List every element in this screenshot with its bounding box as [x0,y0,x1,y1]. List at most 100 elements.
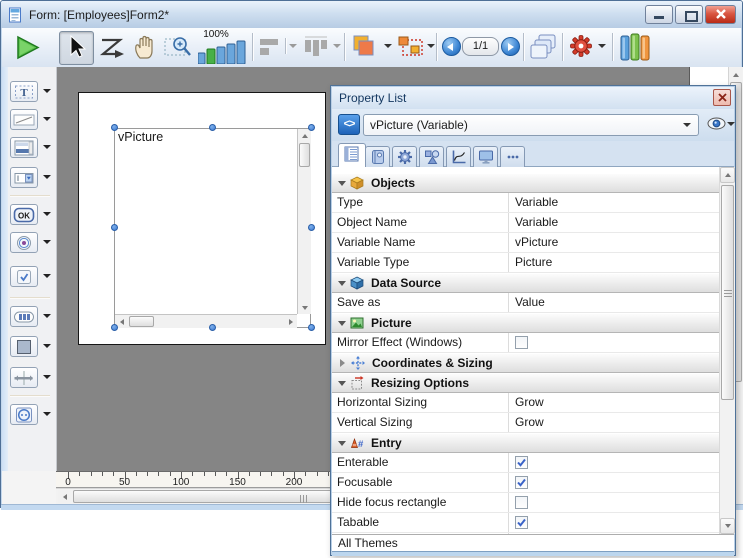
explorer-button[interactable] [620,33,650,61]
section-header-entry[interactable]: #Entry [332,433,720,453]
align-menu-caret[interactable] [289,44,297,48]
listbox-tool-menu-caret[interactable] [43,145,51,149]
checkbox-unchecked[interactable] [515,336,528,349]
selection-handle[interactable] [308,124,315,131]
checkbox-tool[interactable] [10,266,38,287]
entry-order-tool-button[interactable] [99,36,125,59]
move-tool-button[interactable] [132,34,158,60]
button-tool[interactable]: OK [10,204,38,225]
combobox-tool-menu-caret[interactable] [43,175,51,179]
property-value[interactable]: Value [509,293,720,312]
radio-button-tool-menu-caret[interactable] [43,240,51,244]
scroll-thumb[interactable] [721,185,734,400]
selection-handle[interactable] [111,124,118,131]
property-value[interactable] [509,493,720,512]
section-header-resizing-options[interactable]: Resizing Options [332,373,720,393]
view-options-caret[interactable] [727,122,735,126]
selection-handle[interactable] [111,324,118,331]
selection-handle[interactable] [308,224,315,231]
tab-property-list[interactable] [338,143,366,167]
property-value[interactable]: Variable [509,193,720,212]
horizontal-scroll-thumb[interactable] [129,316,154,327]
line-tool[interactable] [10,109,38,130]
object-vertical-scrollbar[interactable] [297,129,311,314]
selection-handle[interactable] [308,324,315,331]
tab-options[interactable] [392,146,417,167]
zoom-scale-widget[interactable]: 100% [198,30,246,64]
button-grid-tool-menu-caret[interactable] [43,314,51,318]
collapse-triangle-icon[interactable] [338,281,346,286]
radio-button-tool[interactable] [10,232,38,253]
tab-data[interactable] [365,146,390,167]
tab-display[interactable] [473,146,498,167]
property-value[interactable]: vPicture [509,233,720,252]
splitter-tool-menu-caret[interactable] [43,375,51,379]
themes-filter-bar[interactable]: All Themes [332,534,734,551]
property-value[interactable] [509,513,720,532]
button-tool-menu-caret[interactable] [43,212,51,216]
property-value[interactable]: Variable [509,213,720,232]
property-list-close-button[interactable] [713,89,731,106]
section-header-coordinates-sizing[interactable]: Coordinates & Sizing [332,353,720,373]
scroll-up-icon[interactable] [729,68,742,81]
align-tool-button[interactable] [259,38,281,56]
execute-form-button[interactable] [14,34,41,61]
rectangle-tool[interactable] [10,336,38,357]
scroll-down-icon[interactable] [298,301,311,314]
property-value[interactable] [509,333,720,352]
checkbox-tool-menu-caret[interactable] [43,274,51,278]
line-tool-menu-caret[interactable] [43,117,51,121]
object-horizontal-scrollbar[interactable] [115,314,297,328]
selection-handle[interactable] [209,324,216,331]
collapse-triangle-icon[interactable] [338,381,346,386]
next-page-button[interactable] [501,37,520,56]
expand-triangle-icon[interactable] [340,359,345,367]
form-pages-button[interactable] [530,34,558,60]
tab-objects[interactable] [419,146,444,167]
close-button[interactable] [705,5,736,24]
checkbox-checked[interactable] [515,456,528,469]
scroll-left-icon[interactable] [58,490,71,503]
tab-more[interactable] [500,146,525,167]
maximize-button[interactable] [675,5,703,24]
checkbox-unchecked[interactable] [515,496,528,509]
section-header-data-source[interactable]: Data Source [332,273,720,293]
checkbox-checked[interactable] [515,476,528,489]
minimize-button[interactable] [645,5,673,24]
combobox-tool[interactable] [10,167,38,188]
vertical-scroll-thumb[interactable] [299,143,310,167]
section-header-objects[interactable]: Objects [332,173,720,193]
collapse-triangle-icon[interactable] [338,321,346,326]
settings-button[interactable] [570,35,592,57]
level-tool-button[interactable] [351,34,379,60]
property-value[interactable]: Grow [509,393,720,412]
settings-menu-caret[interactable] [598,44,606,48]
text-tool-menu-caret[interactable] [43,89,51,93]
plugin-area-tool-menu-caret[interactable] [43,412,51,416]
level-menu-caret[interactable] [384,44,392,48]
distribute-tool-button[interactable] [302,36,330,58]
property-value[interactable]: Picture [509,253,720,272]
scroll-right-icon[interactable] [284,315,297,328]
scroll-up-icon[interactable] [298,129,311,142]
title-bar[interactable]: Form: [Employees]Form2* [1,1,742,28]
section-header-picture[interactable]: Picture [332,313,720,333]
zoom-tool-button[interactable] [164,34,194,60]
checkbox-checked[interactable] [515,516,528,529]
plugin-area-tool[interactable] [10,404,38,425]
property-value[interactable] [509,453,720,472]
property-value[interactable] [509,473,720,492]
picture-variable-object[interactable]: vPicture [114,128,311,328]
group-menu-caret[interactable] [427,44,435,48]
selection-handle[interactable] [111,224,118,231]
button-grid-tool[interactable] [10,306,38,327]
property-list-titlebar[interactable]: Property List [332,87,734,110]
tab-events[interactable] [446,146,471,167]
collapse-triangle-icon[interactable] [338,181,346,186]
scroll-down-icon[interactable] [720,518,735,534]
view-options-button[interactable] [707,117,726,130]
splitter-tool[interactable] [10,367,38,388]
scroll-up-icon[interactable] [720,167,735,183]
group-tool-button[interactable] [398,36,424,57]
property-list-scrollbar[interactable] [719,167,735,534]
